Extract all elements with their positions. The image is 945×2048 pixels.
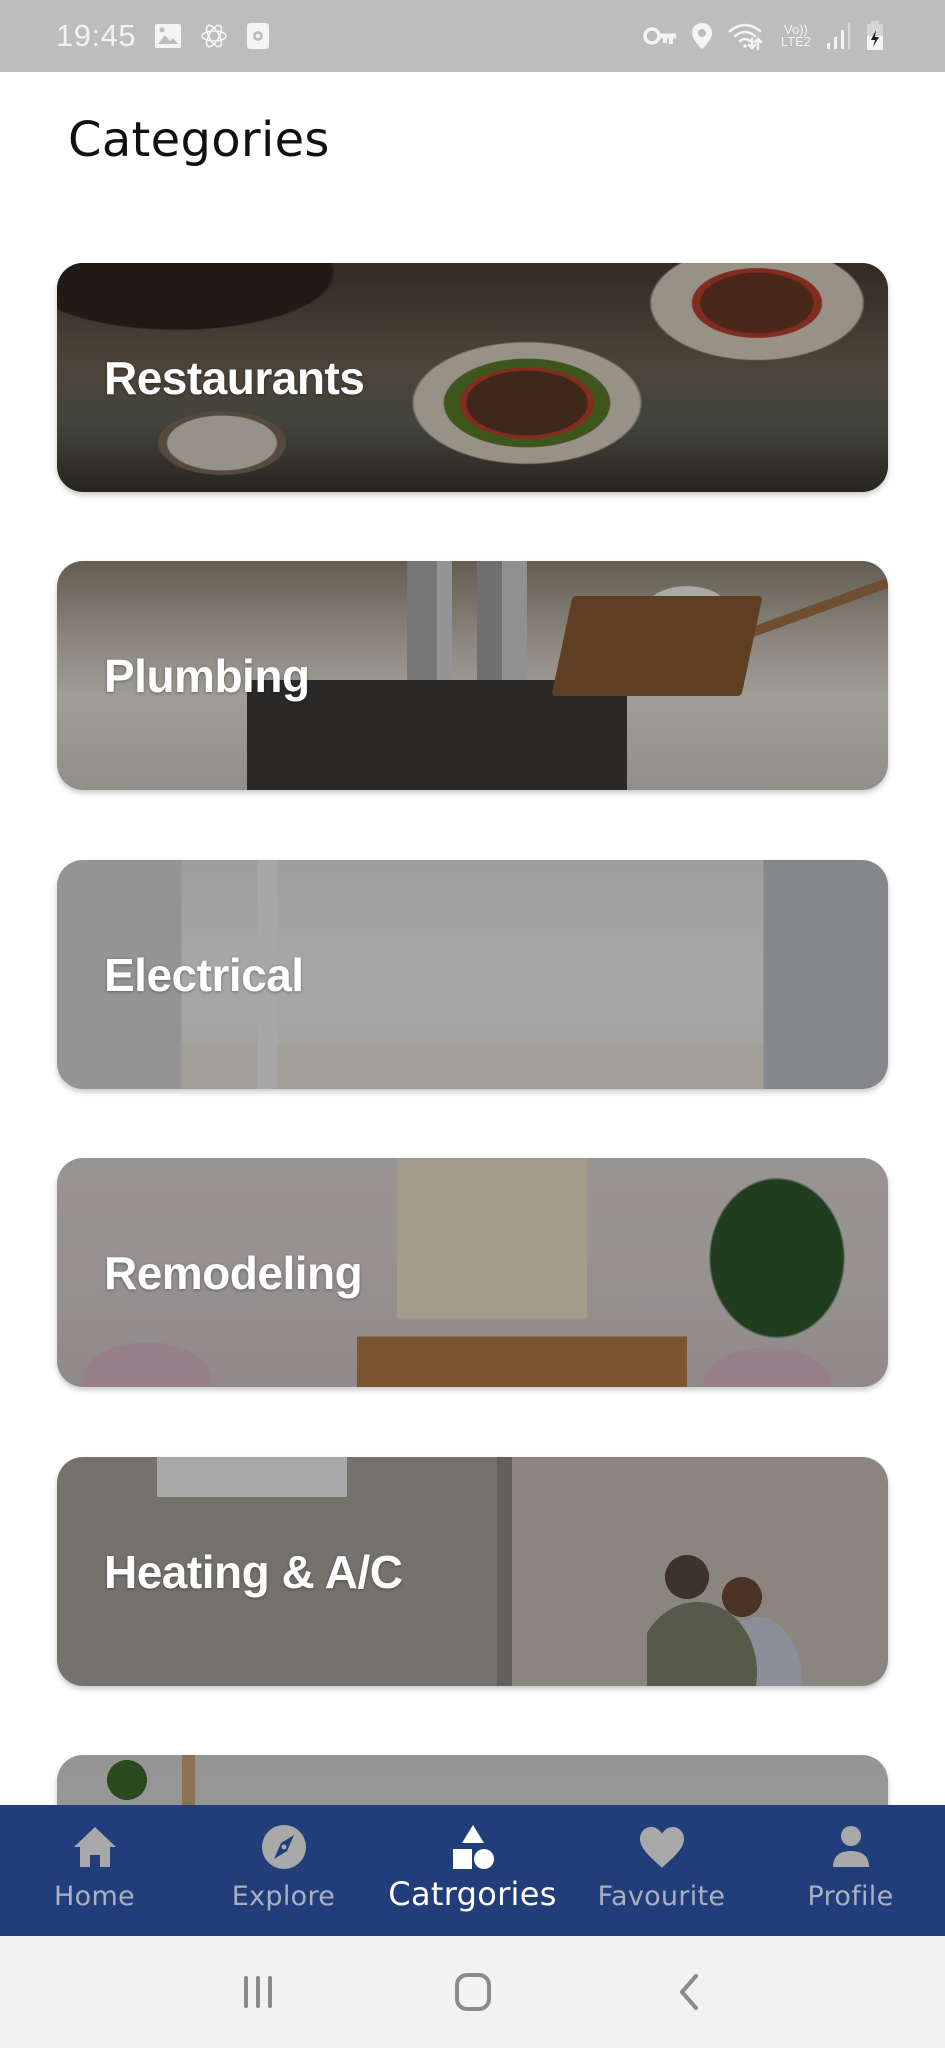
category-label: Heating & A/C [104, 1545, 403, 1598]
nav-item-explore[interactable]: Explore [189, 1805, 378, 1936]
category-label: Electrical [104, 948, 304, 1001]
nav-item-categories[interactable]: Catrgories [378, 1805, 567, 1936]
recent-apps-icon [243, 1976, 272, 2008]
home-button[interactable] [443, 1962, 503, 2022]
category-card-heating-ac[interactable]: Heating & A/C [57, 1457, 888, 1686]
nav-item-profile[interactable]: Profile [756, 1805, 945, 1936]
category-label: Restaurants [104, 351, 365, 404]
home-icon [71, 1823, 119, 1871]
category-card-plumbing[interactable]: Plumbing [57, 561, 888, 790]
page-title: Categories [68, 112, 330, 168]
nav-label: Home [54, 1881, 135, 1912]
heart-icon [638, 1823, 686, 1871]
nav-item-home[interactable]: Home [0, 1805, 189, 1936]
nav-item-favourite[interactable]: Favourite [567, 1805, 756, 1936]
home-circle-icon [454, 1973, 491, 2011]
category-card-restaurants[interactable]: Restaurants [57, 263, 888, 492]
category-card-partial[interactable] [57, 1755, 888, 1805]
compass-icon [260, 1823, 308, 1871]
category-card-electrical[interactable]: Electrical [57, 860, 888, 1089]
system-navigation-bar [0, 1936, 945, 2048]
shapes-icon [449, 1823, 497, 1871]
back-button[interactable] [658, 1962, 718, 2022]
nav-label: Profile [807, 1881, 894, 1912]
category-list: Categories Restaurants Plumbing Electric… [0, 0, 945, 1805]
category-label: Plumbing [104, 649, 310, 702]
category-label: Remodeling [104, 1246, 363, 1299]
recent-apps-button[interactable] [228, 1962, 288, 2022]
image-overlay [57, 1755, 888, 1805]
nav-label: Catrgories [388, 1875, 557, 1913]
bottom-navigation: Home Explore Catrgories Favourite Profil… [0, 1805, 945, 1936]
nav-label: Favourite [597, 1881, 726, 1912]
nav-label: Explore [231, 1881, 336, 1912]
person-icon [827, 1823, 875, 1871]
back-chevron-icon [679, 1974, 698, 2010]
category-card-remodeling[interactable]: Remodeling [57, 1158, 888, 1387]
